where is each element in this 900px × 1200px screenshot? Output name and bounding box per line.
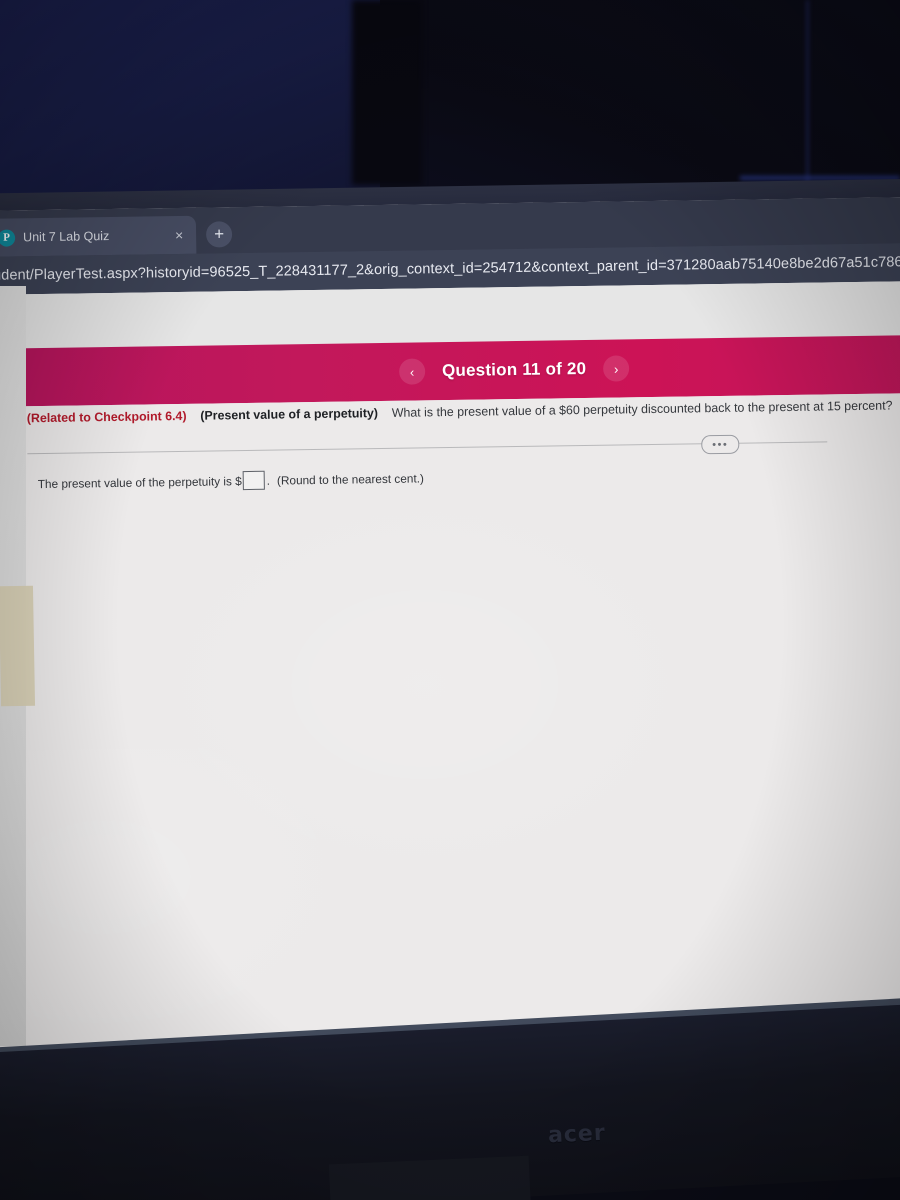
pearson-p-icon: P: [0, 228, 16, 247]
close-icon[interactable]: ×: [170, 227, 188, 243]
question-topic: (Present value of a perpetuity): [200, 406, 379, 423]
monitor-screen: P Unit 7 Lab Quiz × + om/Student/PlayerT…: [0, 196, 900, 1064]
browser-chrome: P Unit 7 Lab Quiz × + om/Student/PlayerT…: [0, 196, 900, 296]
wall-reflection: [0, 585, 36, 707]
rounding-note: (Round to the nearest cent.): [276, 470, 424, 488]
browser-tab[interactable]: P Unit 7 Lab Quiz ×: [0, 215, 197, 257]
answer-row: The present value of the perpetuity is $…: [38, 468, 424, 493]
quiz-page: ‹ Question 11 of 20 › |← (Related to Che…: [0, 280, 900, 1064]
answer-period: .: [266, 473, 271, 488]
room-wall-left: [0, 0, 400, 200]
photo-of-monitor: P Unit 7 Lab Quiz × + om/Student/PlayerT…: [0, 0, 900, 1200]
monitor-stand: [328, 1155, 532, 1200]
answer-prompt-label: The present value of the perpetuity is $: [37, 473, 242, 491]
next-question-button[interactable]: ›: [603, 355, 630, 382]
question-navigation: ‹ Question 11 of 20 ›: [398, 355, 630, 385]
question-divider: •••: [27, 430, 828, 464]
address-bar-url: om/Student/PlayerTest.aspx?historyid=965…: [0, 253, 900, 285]
question-body: What is the present value of a $60 perpe…: [391, 398, 893, 420]
answer-input[interactable]: [242, 470, 265, 491]
question-content-area: |← (Related to Checkpoint 6.4) (Present …: [0, 392, 900, 1064]
more-options-button[interactable]: •••: [701, 434, 740, 455]
browser-tab-title: Unit 7 Lab Quiz: [23, 229, 110, 245]
acer-logo: acer: [547, 1120, 607, 1149]
previous-question-button[interactable]: ‹: [398, 358, 426, 385]
question-counter: Question 11 of 20: [441, 358, 587, 381]
checkpoint-reference: (Related to Checkpoint 6.4): [26, 408, 187, 426]
room-wall-edge: [806, 0, 809, 200]
room-wall-right: [380, 0, 900, 205]
room-silhouette: [352, 0, 422, 185]
new-tab-button[interactable]: +: [205, 221, 233, 248]
